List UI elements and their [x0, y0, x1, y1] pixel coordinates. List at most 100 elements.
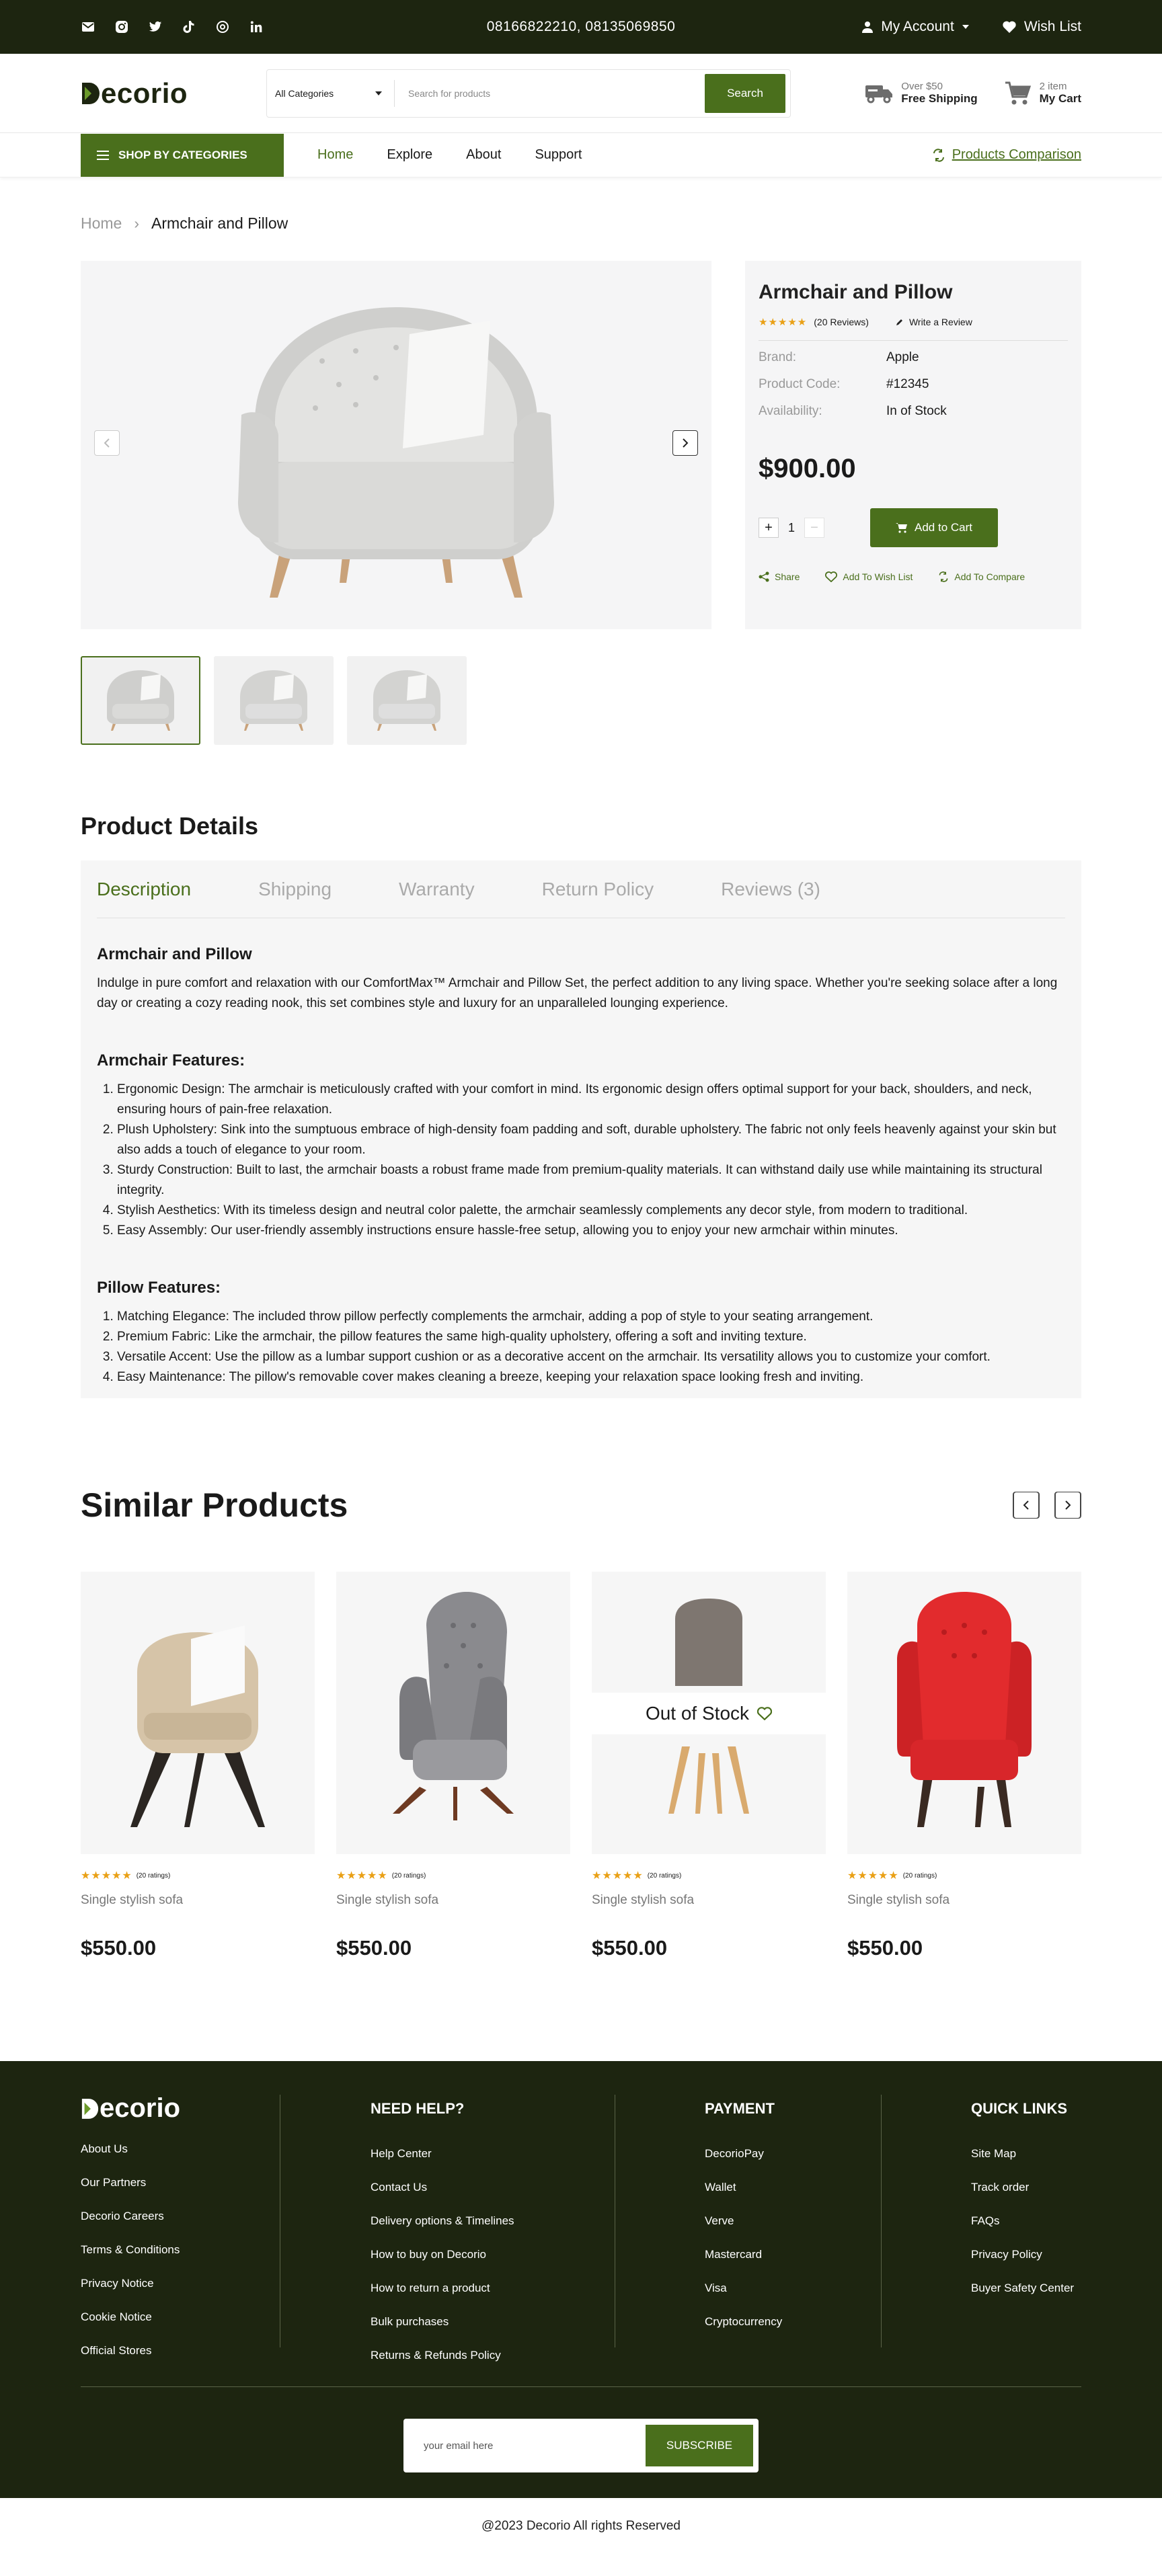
footer-link[interactable]: Official Stores [81, 2344, 371, 2358]
thumbnail[interactable] [81, 656, 200, 745]
wishlist-link[interactable]: Wish List [1003, 19, 1081, 35]
list-item: Premium Fabric: Like the armchair, the p… [117, 1327, 1065, 1347]
product-card-name[interactable]: Single stylish sofa [847, 1893, 1081, 1908]
footer-link[interactable]: DecorioPay [705, 2147, 971, 2161]
footer-link[interactable]: How to buy on Decorio [371, 2248, 705, 2261]
mail-icon[interactable] [81, 19, 95, 34]
category-select[interactable]: All Categories [267, 79, 395, 107]
footer-link[interactable]: Privacy Notice [81, 2277, 371, 2290]
product-card-name[interactable]: Single stylish sofa [336, 1893, 570, 1908]
shop-by-categories-button[interactable]: SHOP BY CATEGORIES [81, 133, 284, 177]
site-logo[interactable]: ecorio [81, 77, 266, 110]
tab-return-policy[interactable]: Return Policy [542, 879, 654, 900]
carousel-prev-button[interactable] [1013, 1492, 1040, 1519]
thumbnail[interactable] [347, 656, 467, 745]
tab-description[interactable]: Description [97, 879, 191, 900]
footer-link[interactable]: Bulk purchases [371, 2315, 705, 2329]
footer-link[interactable]: Site Map [971, 2147, 1074, 2161]
quantity-value[interactable]: 1 [784, 521, 799, 535]
newsletter-email-input[interactable] [424, 2440, 646, 2452]
thumbnail[interactable] [214, 656, 334, 745]
nav-link-home[interactable]: Home [317, 147, 353, 163]
similar-products-heading: Similar Products [81, 1486, 348, 1524]
nav-link-about[interactable]: About [466, 147, 501, 163]
footer-link[interactable]: Returns & Refunds Policy [371, 2349, 705, 2362]
quantity-decrease-button[interactable]: − [804, 518, 824, 538]
cart-link[interactable]: 2 item My Cart [1005, 81, 1081, 106]
breadcrumb-home[interactable]: Home [81, 214, 122, 233]
chevron-left-icon [1013, 1492, 1039, 1519]
footer-link[interactable]: Buyer Safety Center [971, 2282, 1074, 2295]
twitter-icon[interactable] [148, 19, 163, 34]
footer-link[interactable]: Contact Us [371, 2181, 705, 2194]
free-shipping-label: Free Shipping [901, 92, 978, 105]
product-card[interactable]: Out of Stock ★★★★★ (20 ratings) Single st… [592, 1572, 826, 1960]
carousel-next-button[interactable] [1054, 1492, 1081, 1519]
ratings-count: (20 ratings) [647, 1871, 682, 1880]
similar-products-header: Similar Products [0, 1486, 1162, 1525]
share-button[interactable]: Share [759, 571, 800, 582]
share-label: Share [775, 571, 800, 582]
product-card[interactable]: ★★★★★ (20 ratings) Single stylish sofa $5… [336, 1572, 570, 1960]
attribute-value: #12345 [886, 377, 929, 391]
attribute-key: Product Code: [759, 377, 841, 391]
footer-logo[interactable]: ecorio [81, 2093, 371, 2124]
tab-warranty[interactable]: Warranty [399, 879, 475, 900]
chevron-right-icon [681, 438, 689, 448]
footer-link[interactable]: Cryptocurrency [705, 2315, 971, 2329]
product-card[interactable]: ★★★★★ (20 ratings) Single stylish sofa $5… [847, 1572, 1081, 1960]
ratings-count: (20 ratings) [391, 1871, 426, 1880]
details-panel: Description Shipping Warranty Return Pol… [81, 860, 1081, 1398]
footer-link[interactable]: Wallet [705, 2181, 971, 2194]
tab-reviews[interactable]: Reviews (3) [721, 879, 820, 900]
add-to-compare-button[interactable]: Add To Compare [938, 571, 1025, 582]
my-account-menu[interactable]: My Account [862, 19, 969, 35]
footer-link[interactable]: Visa [705, 2282, 971, 2295]
search-input[interactable] [395, 69, 705, 117]
wishlist-label: Wish List [1023, 19, 1081, 34]
category-select-value: All Categories [275, 87, 334, 99]
rating-stars: ★★★★★ [81, 1870, 132, 1882]
footer-link[interactable]: Help Center [371, 2147, 705, 2161]
instagram-icon[interactable] [114, 19, 129, 34]
footer-payment-heading: PAYMENT [705, 2100, 775, 2117]
footer-link[interactable]: About Us [81, 2142, 371, 2156]
divider [81, 2386, 1081, 2387]
footer-link[interactable]: Track order [971, 2181, 1074, 2194]
write-review-link[interactable]: Write a Review [896, 317, 972, 327]
tiktok-icon[interactable] [182, 19, 196, 34]
footer-link[interactable]: How to return a product [371, 2282, 705, 2295]
nav-link-support[interactable]: Support [535, 147, 582, 163]
footer-link[interactable]: FAQs [971, 2214, 1074, 2228]
threads-icon[interactable] [215, 19, 230, 34]
search-button[interactable]: Search [705, 73, 785, 113]
product-card-name[interactable]: Single stylish sofa [592, 1893, 826, 1908]
footer-link[interactable]: Cookie Notice [81, 2310, 371, 2324]
gallery-prev-button[interactable] [94, 430, 120, 456]
linkedin-icon[interactable] [249, 19, 264, 34]
tab-shipping[interactable]: Shipping [258, 879, 332, 900]
footer-link[interactable]: Our Partners [81, 2176, 371, 2189]
footer-link[interactable]: Verve [705, 2214, 971, 2228]
header-right: Over $50 Free Shipping 2 item My Cart [865, 81, 1081, 106]
footer-link[interactable]: Mastercard [705, 2248, 971, 2261]
add-to-compare-label: Add To Compare [954, 571, 1025, 582]
footer-link[interactable]: Terms & Conditions [81, 2243, 371, 2257]
nav-link-explore[interactable]: Explore [387, 147, 432, 163]
review-count[interactable]: (20 Reviews) [814, 317, 869, 327]
products-comparison-link[interactable]: Products Comparison [932, 147, 1081, 163]
subscribe-button[interactable]: SUBSCRIBE [646, 2425, 753, 2466]
description-intro: Indulge in pure comfort and relaxation w… [97, 976, 1058, 1010]
add-to-cart-button[interactable]: Add to Cart [870, 508, 998, 547]
footer-link[interactable]: Privacy Policy [971, 2248, 1074, 2261]
gallery-next-button[interactable] [672, 430, 698, 456]
product-card-name[interactable]: Single stylish sofa [81, 1893, 315, 1908]
product-card[interactable]: ★★★★★ (20 ratings) Single stylish sofa $5… [81, 1572, 315, 1960]
add-to-wishlist-button[interactable]: Add To Wish List [825, 571, 913, 582]
footer-link[interactable]: Delivery options & Timelines [371, 2214, 705, 2228]
quantity-increase-button[interactable]: + [759, 518, 779, 538]
heart-outline-icon [825, 571, 838, 582]
heart-outline-icon[interactable] [757, 1707, 773, 1720]
footer-link[interactable]: Decorio Careers [81, 2210, 371, 2223]
free-shipping-info: Over $50 Free Shipping [865, 81, 978, 106]
